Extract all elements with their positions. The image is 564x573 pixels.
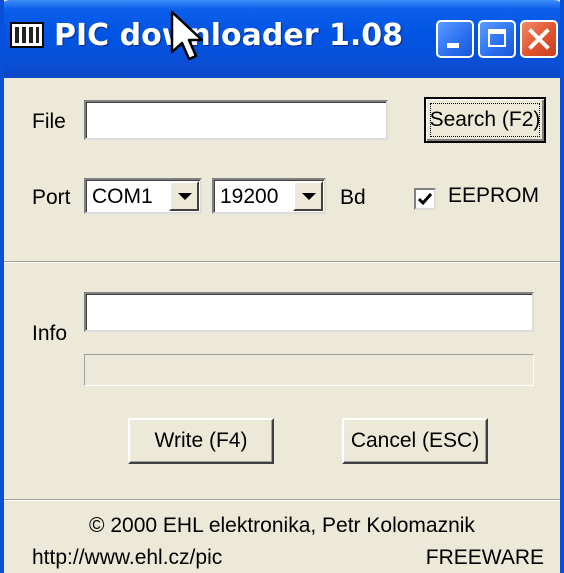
baud-unit-label: Bd: [340, 186, 366, 209]
eeprom-label: EEPROM: [448, 184, 540, 207]
baud-select[interactable]: 19200: [212, 178, 326, 214]
baud-select-value: 19200: [220, 185, 279, 208]
maximize-button[interactable]: [478, 20, 516, 58]
close-button[interactable]: [520, 20, 558, 58]
file-path-input[interactable]: [84, 100, 388, 140]
info-field: [84, 292, 534, 332]
divider-bottom: [4, 499, 560, 501]
close-icon: [528, 28, 550, 50]
write-button-label: Write (F4): [154, 429, 248, 452]
arrow-cursor-icon: [170, 10, 204, 61]
checkmark-icon: [417, 193, 433, 206]
cancel-button-label: Cancel (ESC): [350, 429, 480, 452]
divider-top: [4, 261, 560, 263]
copyright-text: © 2000 EHL elektronika, Petr Kolomaznik: [89, 514, 475, 537]
port-label: Port: [32, 186, 71, 209]
app-window: PIC downloader 1.08 File Search (F2) Por…: [0, 0, 564, 573]
chip-icon[interactable]: [10, 22, 44, 48]
window-title: PIC downloader 1.08: [54, 18, 403, 53]
title-bar[interactable]: PIC downloader 1.08: [4, 0, 560, 78]
info-label: Info: [32, 322, 68, 345]
license-text: FREEWARE: [425, 546, 544, 569]
progress-bar: [84, 354, 534, 386]
eeprom-checkbox[interactable]: [414, 188, 436, 210]
search-button[interactable]: Search (F2): [424, 97, 546, 143]
write-button[interactable]: Write (F4): [128, 418, 274, 464]
port-select-value: COM1: [92, 185, 153, 208]
port-select[interactable]: COM1: [84, 178, 202, 214]
minimize-button[interactable]: [436, 20, 474, 58]
cancel-button[interactable]: Cancel (ESC): [342, 418, 488, 464]
baud-dropdown-arrow-icon[interactable]: [293, 181, 323, 211]
port-dropdown-arrow-icon[interactable]: [169, 181, 199, 211]
file-label: File: [32, 110, 66, 133]
focus-ring: [430, 103, 540, 137]
website-link[interactable]: http://www.ehl.cz/pic: [32, 546, 222, 570]
